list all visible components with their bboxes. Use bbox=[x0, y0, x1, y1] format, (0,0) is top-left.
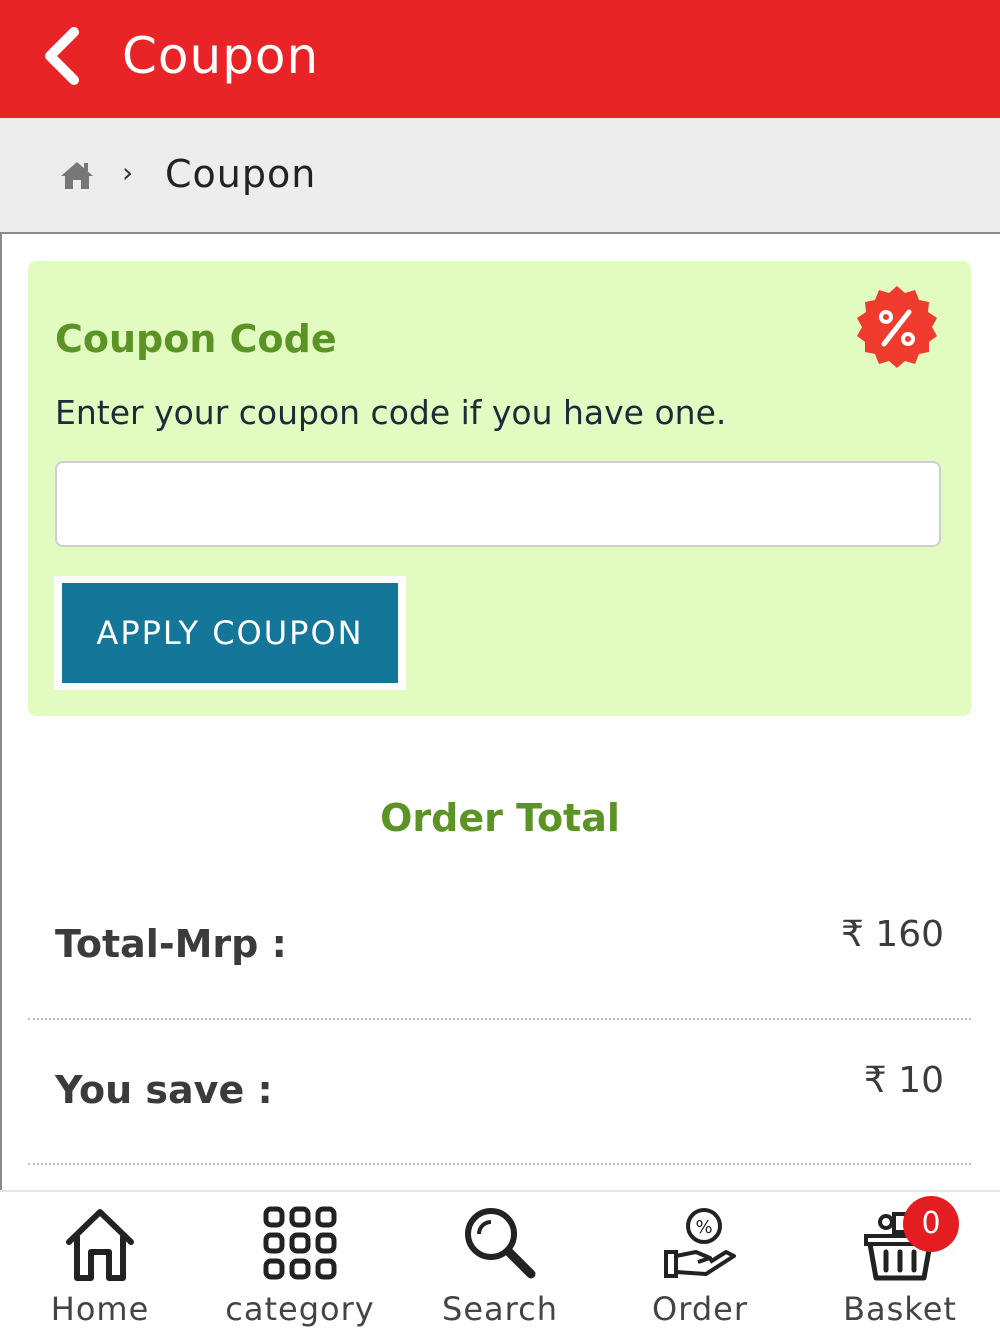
coupon-instruction: Enter your coupon code if you have one. bbox=[55, 393, 727, 432]
back-chevron-icon[interactable] bbox=[40, 26, 84, 86]
breadcrumb: › Coupon bbox=[0, 118, 1000, 234]
search-icon bbox=[465, 1208, 536, 1279]
home-icon bbox=[66, 1209, 134, 1281]
coupon-title: Coupon Code bbox=[55, 317, 337, 361]
you-save-label: You save : bbox=[55, 1068, 273, 1112]
nav-home[interactable]: Home bbox=[0, 1192, 200, 1336]
nav-label: category bbox=[225, 1290, 375, 1328]
nav-order[interactable]: % Order bbox=[600, 1192, 800, 1336]
you-save-value: ₹ 10 bbox=[863, 1060, 944, 1101]
order-icon: % bbox=[664, 1208, 736, 1278]
total-mrp-label: Total-Mrp : bbox=[55, 922, 287, 966]
nav-label: Order bbox=[652, 1290, 748, 1328]
nav-basket[interactable]: Basket bbox=[800, 1192, 1000, 1336]
nav-label: Basket bbox=[843, 1290, 957, 1328]
bottom-navigation: Home category Search % Order Basket bbox=[0, 1190, 1000, 1336]
app-header: Coupon bbox=[0, 0, 1000, 118]
svg-text:%: % bbox=[695, 1217, 712, 1238]
coupon-code-input[interactable] bbox=[55, 461, 941, 547]
home-icon[interactable] bbox=[60, 160, 94, 190]
row-divider bbox=[28, 1018, 971, 1020]
percent-badge-icon bbox=[857, 286, 937, 368]
basket-count-badge: 0 bbox=[903, 1196, 959, 1252]
apply-coupon-button[interactable]: APPLY COUPON bbox=[62, 583, 398, 683]
order-total-heading: Order Total bbox=[380, 796, 620, 840]
nav-label: Search bbox=[442, 1290, 558, 1328]
nav-label: Home bbox=[50, 1290, 150, 1328]
page-title: Coupon bbox=[122, 27, 320, 85]
apply-button-frame: APPLY COUPON bbox=[54, 576, 406, 690]
category-grid-icon bbox=[263, 1206, 337, 1280]
total-mrp-value: ₹ 160 bbox=[840, 914, 944, 955]
breadcrumb-separator: › bbox=[122, 156, 134, 189]
nav-search[interactable]: Search bbox=[400, 1192, 600, 1336]
breadcrumb-current: Coupon bbox=[165, 152, 317, 196]
nav-category[interactable]: category bbox=[200, 1192, 400, 1336]
coupon-card: Coupon Code Enter your coupon code if yo… bbox=[28, 261, 971, 716]
row-divider bbox=[28, 1163, 971, 1165]
